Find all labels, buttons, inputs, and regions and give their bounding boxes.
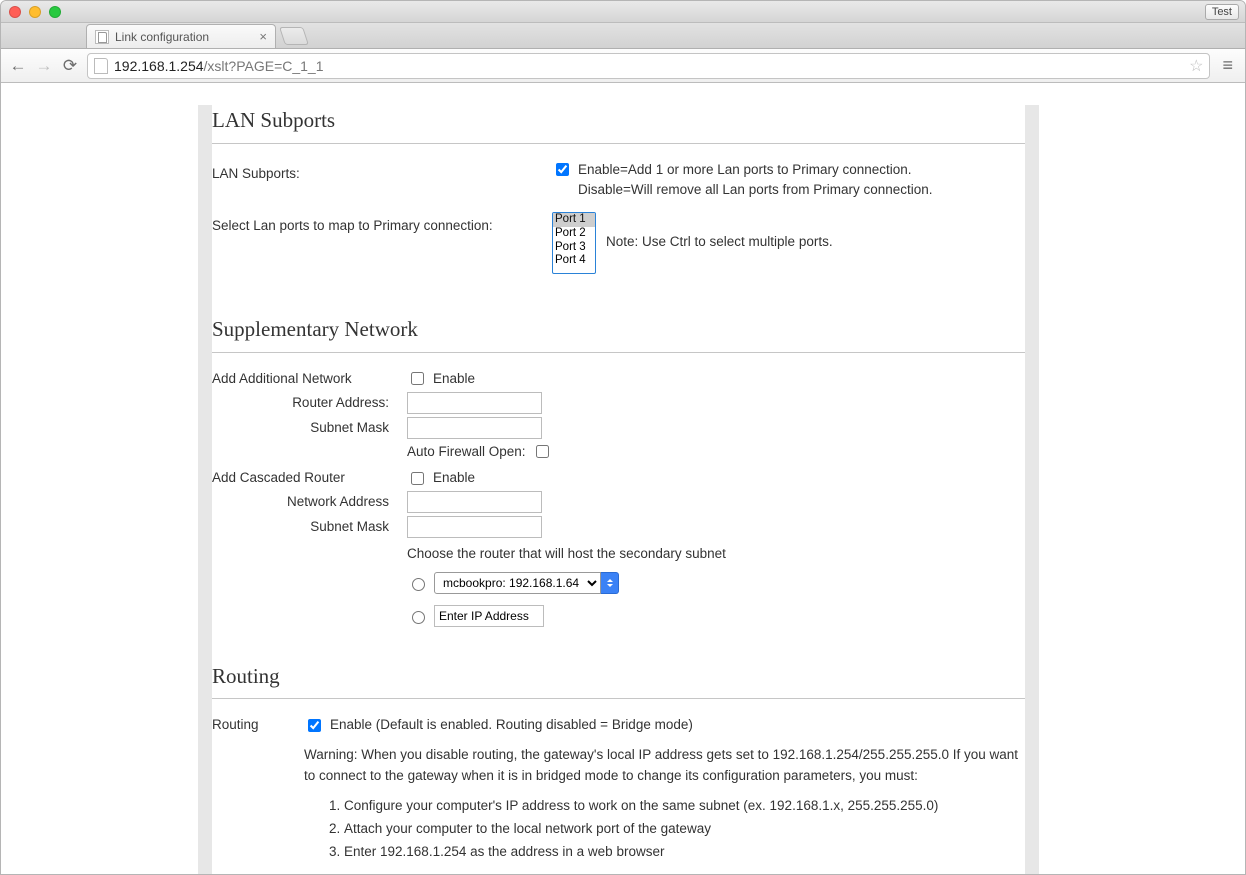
select-arrows-icon: [601, 572, 619, 594]
minimize-window-button[interactable]: [29, 6, 41, 18]
routing-heading: Routing: [212, 661, 1025, 693]
lan-subports-label: LAN Subports:: [212, 160, 552, 184]
new-tab-button[interactable]: [279, 27, 309, 45]
browser-window: Test Link configuration × ← → ⟳ 192.168.…: [0, 0, 1246, 875]
right-gutter: [1025, 105, 1039, 874]
host-select-wrap: mcbookpro: 192.168.1.64: [434, 572, 619, 594]
host-select-radio[interactable]: [412, 578, 425, 591]
ports-note: Note: Use Ctrl to select multiple ports.: [606, 212, 833, 252]
browser-toolbar: ← → ⟳ 192.168.1.254/xslt?PAGE=C_1_1 ☆ ≡: [1, 49, 1245, 83]
forward-button[interactable]: →: [35, 56, 53, 76]
rule: [212, 698, 1025, 699]
host-select[interactable]: mcbookpro: 192.168.1.64: [434, 572, 601, 594]
hamburger-menu-icon[interactable]: ≡: [1218, 55, 1237, 76]
add-cascaded-label: Add Cascaded Router: [212, 468, 407, 488]
supplementary-heading: Supplementary Network: [212, 314, 1025, 346]
routing-label: Routing: [212, 715, 304, 735]
url-text: 192.168.1.254/xslt?PAGE=C_1_1: [114, 58, 324, 74]
tab-active[interactable]: Link configuration ×: [86, 24, 276, 48]
routing-warning: Warning: When you disable routing, the g…: [304, 745, 1025, 786]
lan-subports-enable-checkbox[interactable]: [556, 163, 569, 176]
left-gutter: [198, 105, 212, 874]
address-bar[interactable]: 192.168.1.254/xslt?PAGE=C_1_1 ☆: [87, 53, 1210, 79]
subnet-mask-input-1[interactable]: [407, 417, 542, 439]
routing-note: Note: When routing is disabled, NAT and …: [304, 873, 1025, 875]
auto-firewall-label: Auto Firewall Open:: [407, 442, 526, 462]
page-viewport[interactable]: LAN Subports LAN Subports: Enable=Add 1 …: [1, 83, 1245, 874]
routing-step: Enter 192.168.1.254 as the address in a …: [344, 842, 1025, 862]
enable-label: Enable: [433, 468, 475, 488]
traffic-lights: [9, 6, 61, 18]
add-additional-enable-checkbox[interactable]: [411, 372, 424, 385]
lan-disable-text: Disable=Will remove all Lan ports from P…: [578, 180, 933, 200]
lan-ports-select[interactable]: Port 1 Port 2 Port 3 Port 4: [552, 212, 596, 274]
enable-label: Enable: [433, 369, 475, 389]
routing-steps: Configure your computer's IP address to …: [326, 796, 1025, 863]
port-option[interactable]: Port 1: [553, 213, 595, 227]
router-address-label: Router Address:: [212, 393, 407, 413]
bookmark-star-icon[interactable]: ☆: [1189, 56, 1203, 76]
port-option[interactable]: Port 2: [553, 227, 595, 241]
rule: [212, 352, 1025, 353]
page-content: LAN Subports LAN Subports: Enable=Add 1 …: [212, 105, 1025, 874]
back-button[interactable]: ←: [9, 56, 27, 76]
enter-ip-input[interactable]: [434, 605, 544, 627]
lan-enable-text: Enable=Add 1 or more Lan ports to Primar…: [578, 160, 933, 180]
enter-ip-radio[interactable]: [412, 611, 425, 624]
window-titlebar: Test: [1, 1, 1245, 23]
tab-title: Link configuration: [115, 30, 209, 44]
subnet-mask-label-2: Subnet Mask: [212, 517, 407, 537]
routing-enable-text: Enable (Default is enabled. Routing disa…: [330, 715, 693, 735]
close-window-button[interactable]: [9, 6, 21, 18]
add-additional-label: Add Additional Network: [212, 369, 407, 389]
routing-step: Attach your computer to the local networ…: [344, 819, 1025, 839]
page-icon: [94, 58, 108, 74]
tab-close-icon[interactable]: ×: [259, 30, 267, 43]
subnet-mask-label-1: Subnet Mask: [212, 418, 407, 438]
network-address-input[interactable]: [407, 491, 542, 513]
add-cascaded-enable-checkbox[interactable]: [411, 472, 424, 485]
routing-enable-checkbox[interactable]: [308, 719, 321, 732]
routing-step: Configure your computer's IP address to …: [344, 796, 1025, 816]
port-option[interactable]: Port 4: [553, 254, 595, 268]
network-address-label: Network Address: [212, 492, 407, 512]
subnet-mask-input-2[interactable]: [407, 516, 542, 538]
choose-router-text: Choose the router that will host the sec…: [407, 544, 726, 564]
lan-subports-heading: LAN Subports: [212, 105, 1025, 137]
tab-strip: Link configuration ×: [1, 23, 1245, 49]
router-address-input[interactable]: [407, 392, 542, 414]
select-ports-label: Select Lan ports to map to Primary conne…: [212, 212, 552, 236]
port-option[interactable]: Port 3: [553, 241, 595, 255]
auto-firewall-checkbox[interactable]: [536, 445, 549, 458]
reload-button[interactable]: ⟳: [61, 56, 79, 76]
rule: [212, 143, 1025, 144]
page-favicon-icon: [95, 30, 109, 44]
zoom-window-button[interactable]: [49, 6, 61, 18]
test-button[interactable]: Test: [1205, 4, 1239, 20]
